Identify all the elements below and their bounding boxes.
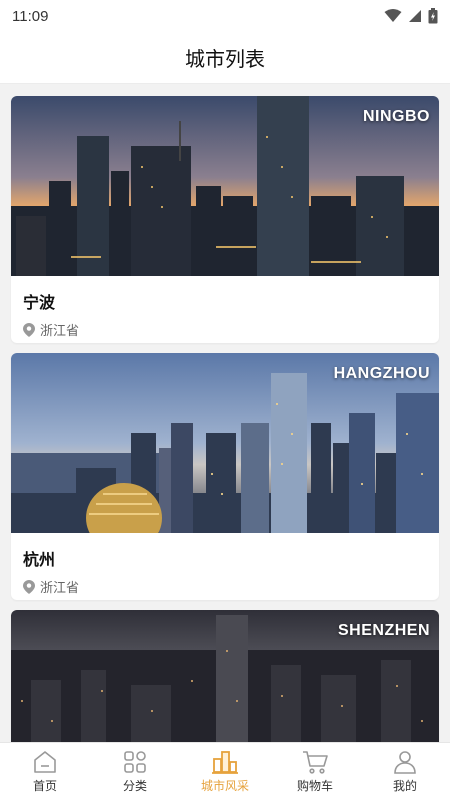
- city-location: 浙江省: [23, 577, 427, 596]
- tab-city-showcase[interactable]: 城市风采: [180, 743, 270, 800]
- tab-label: 我的: [392, 779, 417, 793]
- city-image-shenzhen: SHENZHEN: [11, 610, 439, 742]
- tab-home[interactable]: 首页: [0, 743, 90, 800]
- location-pin-icon: [23, 322, 35, 337]
- city-location: 浙江省: [23, 320, 427, 339]
- city-name: 杭州: [23, 550, 56, 569]
- tab-label: 首页: [32, 779, 57, 793]
- city-name-en: HANGZHOU: [333, 365, 430, 382]
- city-province: 浙江省: [40, 581, 80, 596]
- page-title: 城市列表: [185, 47, 265, 71]
- category-grid-icon: [124, 751, 146, 773]
- tab-profile[interactable]: 我的: [360, 743, 450, 800]
- tab-cart[interactable]: 购物车: [270, 743, 360, 800]
- city-name: 宁波: [23, 293, 56, 312]
- tab-category[interactable]: 分类: [90, 743, 180, 800]
- status-time: 11:09: [12, 7, 49, 25]
- city-name-en: NINGBO: [363, 108, 430, 125]
- city-name-en: SHENZHEN: [337, 622, 430, 639]
- city-image-hangzhou: HANGZHOU: [11, 353, 439, 533]
- bottom-tab-bar: 首页 分类 城市风采 购物车 我的: [0, 742, 450, 800]
- location-pin-icon: [23, 579, 35, 594]
- cart-icon: [303, 751, 328, 774]
- user-icon: [394, 751, 416, 774]
- city-province: 浙江省: [40, 324, 80, 339]
- home-icon: [34, 751, 56, 773]
- city-info: 宁波 浙江省: [11, 276, 439, 343]
- signal-icon: [409, 10, 421, 22]
- tab-label: 城市风采: [200, 779, 249, 793]
- city-buildings-icon: [212, 751, 238, 774]
- status-icons: [384, 8, 438, 24]
- city-info: 杭州 浙江省: [11, 533, 439, 600]
- city-list[interactable]: NINGBO 宁波 浙江省 HANGZHOU 杭州 浙江省 SHENZHEN: [0, 84, 450, 742]
- battery-icon: [428, 8, 438, 24]
- city-card-shenzhen[interactable]: SHENZHEN: [11, 610, 439, 742]
- status-bar: 11:09: [0, 0, 450, 32]
- wifi-icon: [384, 9, 402, 22]
- city-card-ningbo[interactable]: NINGBO 宁波 浙江省: [11, 96, 439, 343]
- city-image-ningbo: NINGBO: [11, 96, 439, 276]
- city-card-hangzhou[interactable]: HANGZHOU 杭州 浙江省: [11, 353, 439, 600]
- tab-label: 购物车: [296, 779, 333, 793]
- app-header: 城市列表: [0, 32, 450, 84]
- tab-label: 分类: [122, 779, 147, 793]
